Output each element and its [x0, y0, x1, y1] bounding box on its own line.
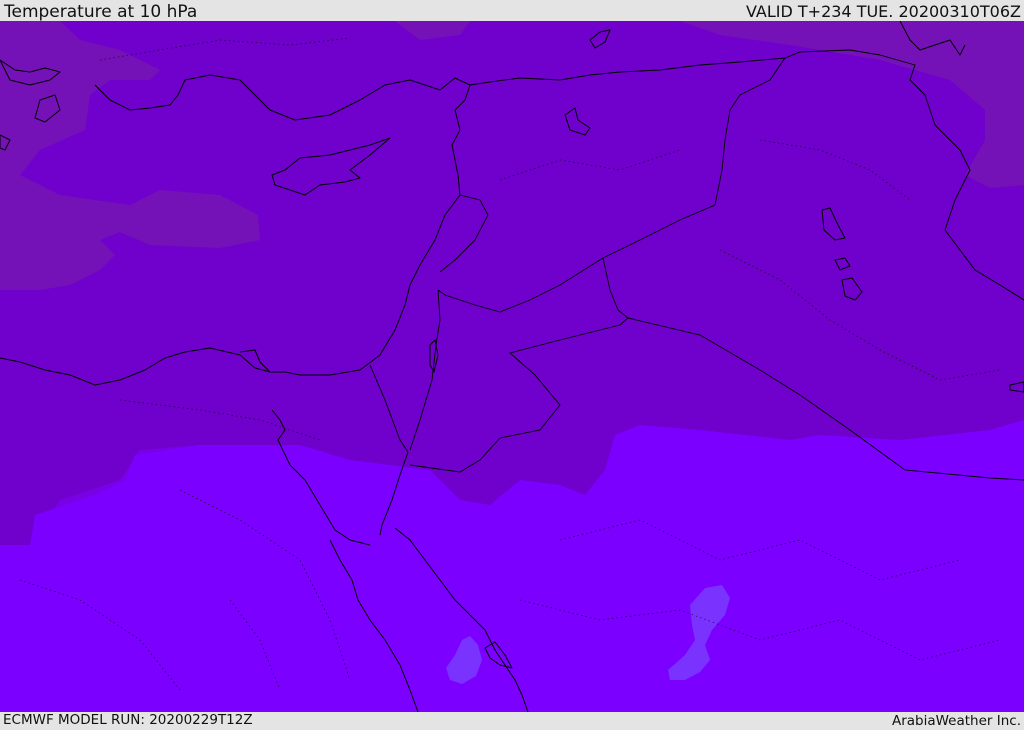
- valid-time: VALID T+234 TUE. 20200310T06Z: [745, 2, 1021, 21]
- header-bar: Temperature at 10 hPa VALID T+234 TUE. 2…: [0, 0, 1024, 21]
- temperature-map[interactable]: [0, 21, 1024, 712]
- map-title: Temperature at 10 hPa: [4, 2, 198, 22]
- model-run: ECMWF MODEL RUN: 20200229T12Z: [3, 712, 253, 728]
- footer-bar: ECMWF MODEL RUN: 20200229T12Z ArabiaWeat…: [0, 712, 1024, 729]
- credit: ArabiaWeather Inc.: [891, 713, 1021, 729]
- map-canvas: [0, 21, 1024, 712]
